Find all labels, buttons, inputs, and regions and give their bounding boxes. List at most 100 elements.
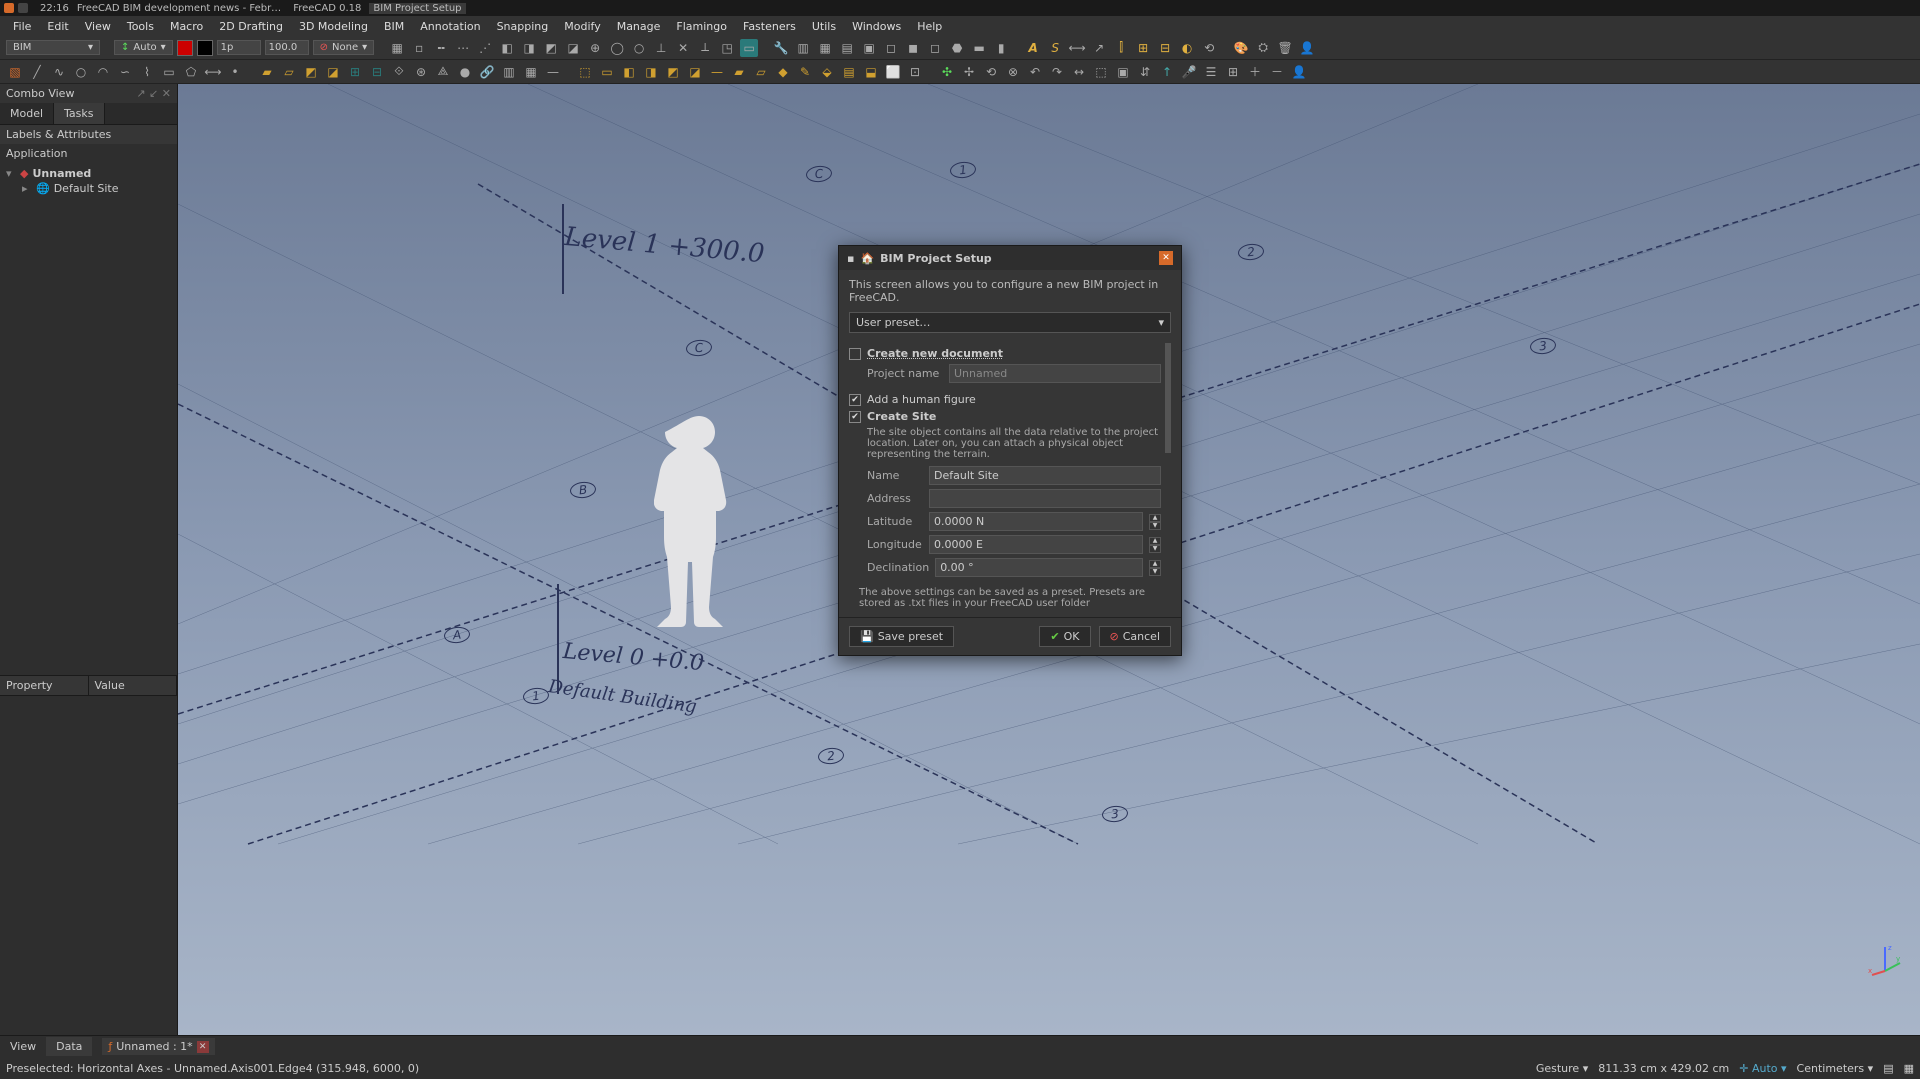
box-icon[interactable]: ▱ bbox=[752, 63, 770, 81]
arch-icon[interactable]: ▦ bbox=[522, 63, 540, 81]
menu-view[interactable]: View bbox=[78, 18, 118, 35]
misc-icon[interactable]: 👤 bbox=[1298, 39, 1316, 57]
rect-icon[interactable]: ▭ bbox=[160, 63, 178, 81]
dim-icon[interactable]: ↗ bbox=[1090, 39, 1108, 57]
dim-icon[interactable]: ⫿ bbox=[1112, 39, 1130, 57]
tab-data[interactable]: Data bbox=[46, 1037, 92, 1056]
color-swatch-red[interactable] bbox=[177, 40, 193, 56]
auto-combo[interactable]: ↕Auto▾ bbox=[114, 40, 173, 55]
status-icon[interactable]: ▤ bbox=[1883, 1062, 1893, 1075]
box-icon[interactable]: ▭ bbox=[598, 63, 616, 81]
nav-icon[interactable]: 🎤 bbox=[1180, 63, 1198, 81]
misc-icon[interactable]: 🎨 bbox=[1232, 39, 1250, 57]
taskbar-item[interactable]: FreeCAD 0.18 bbox=[289, 3, 365, 14]
box-icon[interactable]: ◧ bbox=[620, 63, 638, 81]
nav-icon[interactable]: ⇵ bbox=[1136, 63, 1154, 81]
dialog-close-button[interactable]: ✕ bbox=[1159, 251, 1173, 265]
user-icon[interactable]: 👤 bbox=[1290, 63, 1308, 81]
box-icon[interactable]: ✎ bbox=[796, 63, 814, 81]
nav-style[interactable]: Gesture ▾ bbox=[1536, 1062, 1588, 1075]
snap-icon[interactable]: ▭ bbox=[740, 39, 758, 57]
snap-icon[interactable]: ○ bbox=[630, 39, 648, 57]
menu-snapping[interactable]: Snapping bbox=[490, 18, 556, 35]
nav-icon[interactable]: ↑ bbox=[1158, 63, 1176, 81]
units-selector[interactable]: Centimeters ▾ bbox=[1797, 1062, 1874, 1075]
add-human-checkbox[interactable] bbox=[849, 394, 861, 406]
minus-icon[interactable]: － bbox=[1268, 63, 1286, 81]
site-name-input[interactable] bbox=[929, 466, 1161, 485]
menu-windows[interactable]: Windows bbox=[845, 18, 908, 35]
menu-tools[interactable]: Tools bbox=[120, 18, 161, 35]
menu-flamingo[interactable]: Flamingo bbox=[669, 18, 734, 35]
create-doc-checkbox[interactable] bbox=[849, 348, 861, 360]
tool-icon[interactable]: ▦ bbox=[816, 39, 834, 57]
menu-help[interactable]: Help bbox=[910, 18, 949, 35]
group-combo[interactable]: ⊘None▾ bbox=[313, 40, 375, 55]
tool-icon[interactable]: ▮ bbox=[992, 39, 1010, 57]
menu-manage[interactable]: Manage bbox=[610, 18, 668, 35]
box-icon[interactable]: ⬜ bbox=[884, 63, 902, 81]
menu-macro[interactable]: Macro bbox=[163, 18, 210, 35]
nav-icon[interactable]: ▣ bbox=[1114, 63, 1132, 81]
create-site-checkbox[interactable] bbox=[849, 411, 861, 423]
menu-modify[interactable]: Modify bbox=[557, 18, 607, 35]
dim-icon[interactable]: ⊟ bbox=[1156, 39, 1174, 57]
box-icon[interactable]: ▤ bbox=[840, 63, 858, 81]
menu-fasteners[interactable]: Fasteners bbox=[736, 18, 803, 35]
dim-icon[interactable]: ⟷ bbox=[1068, 39, 1086, 57]
nav-icon[interactable]: ✢ bbox=[960, 63, 978, 81]
tool-icon[interactable]: ▥ bbox=[794, 39, 812, 57]
status-icon[interactable]: ▦ bbox=[1904, 1062, 1914, 1075]
snap-icon[interactable]: ▫ bbox=[410, 39, 428, 57]
tool-icon[interactable]: ⬣ bbox=[948, 39, 966, 57]
snap-icon[interactable]: ⊕ bbox=[586, 39, 604, 57]
arc-icon[interactable]: ◠ bbox=[94, 63, 112, 81]
box-icon[interactable]: ◆ bbox=[774, 63, 792, 81]
tab-model[interactable]: Model bbox=[0, 103, 54, 124]
dim-icon[interactable]: ⊞ bbox=[1134, 39, 1152, 57]
tool-icon[interactable]: ▬ bbox=[970, 39, 988, 57]
spline-icon[interactable]: ∽ bbox=[116, 63, 134, 81]
snap-icon[interactable]: ⋰ bbox=[476, 39, 494, 57]
plus-icon[interactable]: ＋ bbox=[1246, 63, 1264, 81]
nav-icon[interactable]: ↔ bbox=[1070, 63, 1088, 81]
box-icon[interactable]: ◨ bbox=[642, 63, 660, 81]
close-icon[interactable] bbox=[4, 3, 14, 13]
user-preset-combo[interactable]: User preset…▾ bbox=[849, 312, 1171, 333]
longitude-spinner[interactable]: ▲▼ bbox=[1149, 537, 1161, 553]
dimension-icon[interactable]: ⟷ bbox=[204, 63, 222, 81]
menu-2d-drafting[interactable]: 2D Drafting bbox=[212, 18, 290, 35]
color-swatch-black[interactable] bbox=[197, 40, 213, 56]
taskbar-item[interactable]: FreeCAD BIM development news - Febr… bbox=[73, 3, 285, 14]
snap-icon[interactable]: ◯ bbox=[608, 39, 626, 57]
box-icon[interactable]: ◩ bbox=[664, 63, 682, 81]
ok-button[interactable]: ✔OK bbox=[1039, 626, 1090, 647]
arch-icon[interactable]: — bbox=[544, 63, 562, 81]
axis-gizmo[interactable]: z y x bbox=[1868, 943, 1902, 977]
panel-buttons[interactable]: ↗ ↙ ✕ bbox=[136, 87, 171, 100]
cancel-button[interactable]: ⊘Cancel bbox=[1099, 626, 1171, 647]
arch-icon[interactable]: ⊛ bbox=[412, 63, 430, 81]
box-icon[interactable]: ⬚ bbox=[576, 63, 594, 81]
taskbar-item-active[interactable]: BIM Project Setup bbox=[369, 3, 465, 14]
snap-icon[interactable]: ◪ bbox=[564, 39, 582, 57]
snap-indicator[interactable]: ✛ Auto ▾ bbox=[1739, 1062, 1786, 1075]
tab-view[interactable]: View bbox=[0, 1037, 46, 1056]
arch-icon[interactable]: ▥ bbox=[500, 63, 518, 81]
tool-icon[interactable]: ▤ bbox=[838, 39, 856, 57]
tree-item-site[interactable]: Default Site bbox=[54, 182, 119, 195]
scale-spin[interactable]: 100.0 bbox=[265, 40, 309, 55]
draft-icon[interactable]: ▧ bbox=[6, 63, 24, 81]
bez-icon[interactable]: ⌇ bbox=[138, 63, 156, 81]
box-icon[interactable]: ⊡ bbox=[906, 63, 924, 81]
tree-root[interactable]: Unnamed bbox=[32, 167, 91, 180]
nav-icon[interactable]: ↶ bbox=[1026, 63, 1044, 81]
tool-icon[interactable]: ◼ bbox=[904, 39, 922, 57]
longitude-input[interactable] bbox=[929, 535, 1143, 554]
declination-input[interactable] bbox=[935, 558, 1143, 577]
tool-icon[interactable]: ▣ bbox=[860, 39, 878, 57]
arch-icon[interactable]: ● bbox=[456, 63, 474, 81]
line-icon[interactable]: ╱ bbox=[28, 63, 46, 81]
menu-annotation[interactable]: Annotation bbox=[413, 18, 487, 35]
box-icon[interactable]: ⬓ bbox=[862, 63, 880, 81]
